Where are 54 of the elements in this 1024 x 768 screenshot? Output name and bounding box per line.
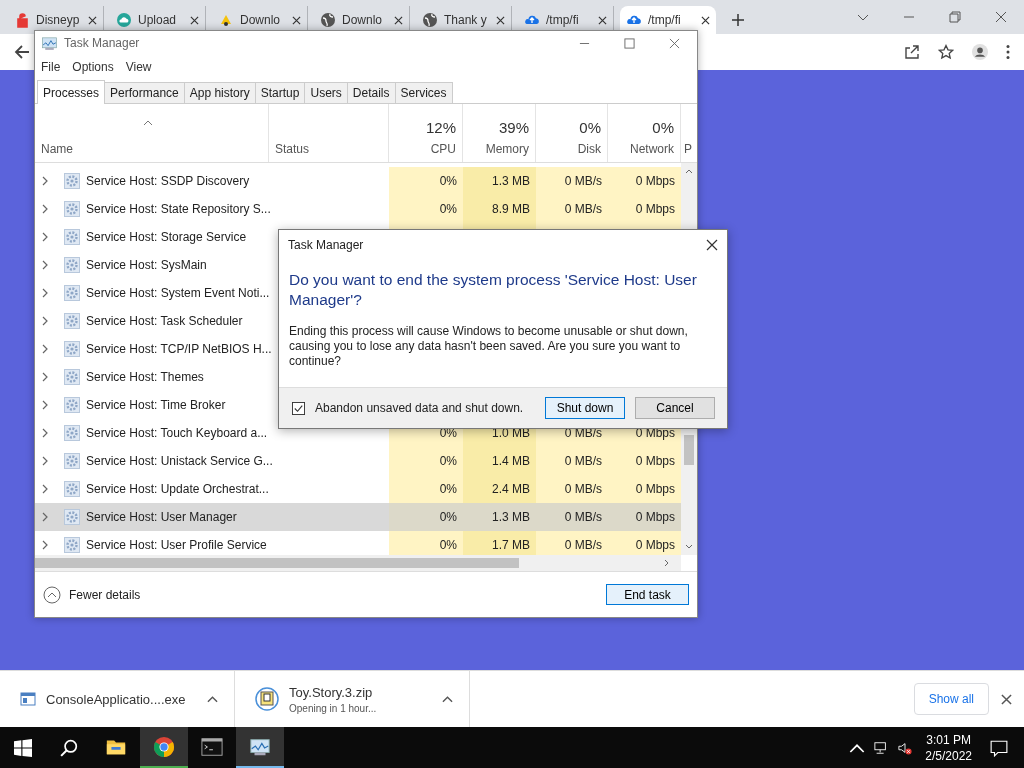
- table-cell: 1.7 MB: [492, 538, 530, 552]
- table-cell: 0 MB/s: [564, 174, 602, 188]
- dialog-heading: Do you want to end the system process 'Service Host: User Manager'?: [289, 270, 698, 310]
- usage-percent: 39%: [498, 119, 529, 136]
- dialog-title: Task Manager: [288, 238, 364, 252]
- table-cell: 0%: [439, 174, 457, 188]
- process-name: Service Host: Update Orchestrat...: [86, 482, 269, 496]
- table-cell: 0%: [439, 454, 457, 468]
- process-name: Service Host: System Event Noti...: [86, 286, 270, 300]
- table-cell: 1.3 MB: [492, 174, 530, 188]
- process-name: Service Host: User Manager: [86, 510, 237, 524]
- process-name: Service Host: SSDP Discovery: [86, 174, 250, 188]
- window-title: Task Manager: [64, 36, 140, 50]
- table-cell: 0 Mbps: [635, 482, 675, 496]
- table-cell: 0%: [439, 482, 457, 496]
- table-cell: 0%: [439, 202, 457, 216]
- usage-percent: 12%: [425, 119, 456, 136]
- process-name: Service Host: Task Scheduler: [86, 314, 243, 328]
- tab-title: Downlo: [240, 13, 282, 27]
- table-cell: 2.4 MB: [492, 482, 530, 496]
- process-name: Service Host: State Repository S...: [86, 202, 271, 216]
- tab-title: /tmp/fi: [546, 13, 580, 27]
- table-cell: 0 Mbps: [635, 202, 675, 216]
- tab-title: Disneyp: [36, 13, 81, 27]
- table-cell: 0 MB/s: [564, 202, 602, 216]
- table-cell: 0 Mbps: [635, 454, 675, 468]
- process-name: Service Host: Touch Keyboard a...: [86, 426, 268, 440]
- usage-percent: 0%: [652, 119, 674, 136]
- table-cell: 0 MB/s: [564, 538, 602, 552]
- process-name: Service Host: Storage Service: [86, 230, 247, 244]
- table-cell: 0 MB/s: [564, 454, 602, 468]
- process-name: Service Host: User Profile Service: [86, 538, 267, 552]
- table-cell: 0 MB/s: [564, 482, 602, 496]
- table-cell: 0 MB/s: [564, 510, 602, 524]
- table-cell: 1.3 MB: [492, 510, 530, 524]
- table-cell: 1.4 MB: [492, 454, 530, 468]
- process-name: Service Host: Unistack Service G...: [86, 454, 273, 468]
- process-name: Service Host: Time Broker: [86, 398, 226, 412]
- table-cell: 0 Mbps: [635, 510, 675, 524]
- tab-title: Downlo: [342, 13, 384, 27]
- dialog-message: Ending this process will cause Windows to become unusable or shut down, causing you to lose any data hasn't been saved. Are you sure you want to continue?: [289, 324, 689, 369]
- tab-title: Upload: [138, 13, 178, 27]
- table-cell: 0%: [439, 538, 457, 552]
- table-cell: 0 Mbps: [635, 538, 675, 552]
- table-cell: 8.9 MB: [492, 202, 530, 216]
- process-name: Service Host: TCP/IP NetBIOS H...: [86, 342, 272, 356]
- process-name: Service Host: Themes: [86, 370, 204, 384]
- tab-title: Thank y: [444, 13, 488, 27]
- process-name: Service Host: SysMain: [86, 258, 207, 272]
- tab-title: /tmp/fi: [648, 13, 682, 27]
- table-cell: 0 Mbps: [635, 174, 675, 188]
- usage-percent: 0%: [579, 119, 601, 136]
- download-status: Opening in 1 hour...: [289, 702, 378, 714]
- table-cell: 0%: [439, 510, 457, 524]
